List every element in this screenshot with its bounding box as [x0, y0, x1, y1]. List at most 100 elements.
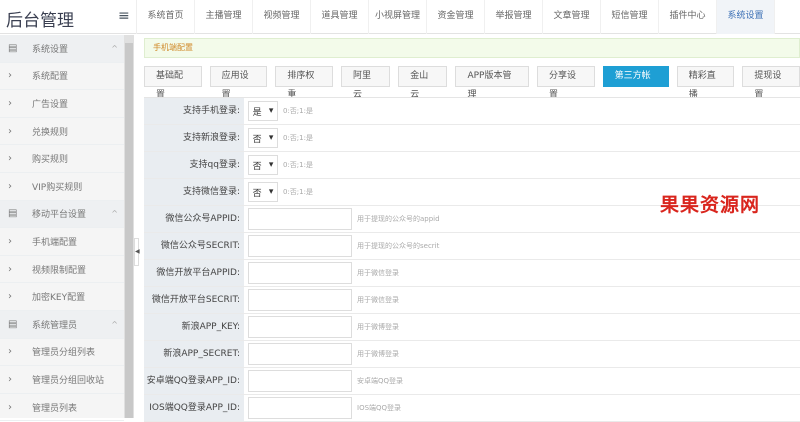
scrollbar-thumb[interactable]	[125, 43, 133, 418]
settings-button-group: 基础配置 应用设置 排序权重 阿里云 金山云 APP版本管理 分享设置 第三方帐户 精彩直播 提现…	[144, 66, 800, 100]
form-row: 新浪APP_SECRET: 用于微博登录	[144, 341, 800, 368]
field-hint: 0:否;1:是	[283, 161, 313, 169]
settings-tab-button[interactable]: 阿里云	[340, 66, 391, 100]
sidebar-group[interactable]: ▤ 移动平台设置 ^	[0, 200, 124, 229]
select-value: 是	[252, 107, 262, 118]
sidebar-item[interactable]: › 管理员列表	[0, 394, 124, 422]
sidebar-item[interactable]: › 购买规则	[0, 145, 124, 173]
chevron-up-icon: ^	[111, 319, 118, 329]
dropdown-arrow-icon: ▾	[268, 160, 274, 170]
sidebar-scrollbar[interactable]	[124, 35, 134, 418]
tab-0[interactable]: 系统首页	[137, 0, 195, 34]
sidebar-item-label: 手机端配置	[32, 237, 78, 248]
field-value: 用于提现的公众号的secrit	[244, 233, 800, 259]
tab-9[interactable]: 插件中心	[659, 0, 717, 34]
chevron-right-icon: ›	[8, 97, 12, 109]
sidebar-item[interactable]: › 加密KEY配置	[0, 283, 124, 311]
text-input[interactable]	[248, 397, 352, 419]
login-toggle-select[interactable]: 否 ▾	[248, 155, 278, 175]
field-label: 支持qq登录:	[144, 152, 244, 178]
settings-tab-button[interactable]: 提现设置	[742, 66, 800, 100]
field-value: 是 ▾ 0:否;1:是	[244, 98, 800, 124]
form-row: 微信开放平台SECRIT: 用于微信登录	[144, 287, 800, 314]
field-label: 微信公众号SECRIT:	[144, 233, 244, 259]
sidebar-collapse-handle[interactable]: ◀	[134, 238, 140, 266]
sidebar-item[interactable]: › VIP购买规则	[0, 173, 124, 201]
sidebar-item-label: 管理员分组回收站	[32, 375, 105, 386]
watermark: 果果资源网	[660, 194, 761, 216]
sidebar-item[interactable]: › 管理员分组列表	[0, 339, 124, 367]
tab-3[interactable]: 道具管理	[311, 0, 369, 34]
field-value: 用于微信登录	[244, 287, 800, 313]
sidebar-item[interactable]: › 广告设置	[0, 90, 124, 118]
login-toggle-select[interactable]: 否 ▾	[248, 128, 278, 148]
field-hint: 0:否;1:是	[283, 188, 313, 196]
chevron-right-icon: ›	[8, 373, 12, 385]
settings-tab-button[interactable]: APP版本管理	[455, 66, 529, 100]
field-hint: 用于提现的公众号的secrit	[357, 242, 440, 250]
text-input[interactable]	[248, 370, 352, 392]
settings-tab-button[interactable]: 排序权重	[275, 66, 333, 100]
chevron-right-icon: ›	[8, 346, 12, 358]
text-input[interactable]	[248, 208, 352, 230]
text-input[interactable]	[248, 262, 352, 284]
select-value: 否	[252, 161, 262, 172]
tab-5[interactable]: 资金管理	[427, 0, 485, 34]
text-input[interactable]	[248, 343, 352, 365]
settings-tab-button[interactable]: 第三方帐户	[602, 66, 669, 100]
dropdown-arrow-icon: ▾	[268, 106, 274, 116]
settings-tab-button[interactable]: 精彩直播	[676, 66, 735, 100]
tab-1[interactable]: 主播管理	[195, 0, 253, 34]
top-nav-tabs: 系统首页 主播管理 视频管理 道具管理 小视屏管理 资金管理 举报管理 文章管理 短信管理 插件中…	[136, 0, 775, 34]
tab-6[interactable]: 举报管理	[485, 0, 543, 34]
settings-tab-button[interactable]: 金山云	[398, 66, 448, 100]
tab-8[interactable]: 短信管理	[601, 0, 659, 34]
select-value: 否	[252, 134, 262, 145]
tab-10[interactable]: 系统设置	[717, 0, 775, 34]
chevron-right-icon: ›	[8, 235, 12, 247]
text-input[interactable]	[248, 316, 352, 338]
field-hint: 用于微博登录	[357, 323, 399, 331]
chevron-right-icon: ›	[8, 180, 12, 192]
sidebar-item-label: VIP购买规则	[32, 182, 83, 193]
document-icon: ▤	[8, 318, 18, 330]
form-row: 微信开放平台APPID: 用于微信登录	[144, 260, 800, 287]
form-row: 支持qq登录: 否 ▾ 0:否;1:是	[144, 152, 800, 179]
chevron-right-icon: ›	[8, 263, 12, 275]
form-row: 支持新浪登录: 否 ▾ 0:否;1:是	[144, 125, 800, 152]
field-value: 用于微博登录	[244, 341, 800, 367]
tab-7[interactable]: 文章管理	[543, 0, 601, 34]
chevron-up-icon: ^	[111, 43, 118, 53]
sidebar-item[interactable]: › 手机端配置	[0, 228, 124, 256]
field-hint: IOS端QQ登录	[357, 404, 402, 412]
sidebar-item[interactable]: › 管理员分组回收站	[0, 366, 124, 394]
settings-tab-button[interactable]: 分享设置	[537, 66, 595, 100]
field-hint: 用于微信登录	[357, 269, 399, 277]
dropdown-arrow-icon: ▾	[268, 133, 274, 143]
text-input[interactable]	[248, 235, 352, 257]
text-input[interactable]	[248, 289, 352, 311]
field-hint: 用于微信登录	[357, 296, 399, 304]
sidebar-item[interactable]: › 视频限制配置	[0, 256, 124, 284]
form-row: 新浪APP_KEY: 用于微博登录	[144, 314, 800, 341]
settings-tab-button[interactable]: 应用设置	[209, 66, 268, 100]
field-label: 支持手机登录:	[144, 98, 244, 124]
field-label: IOS端QQ登录APP_ID:	[144, 395, 244, 421]
select-value: 否	[252, 188, 262, 199]
tab-2[interactable]: 视频管理	[253, 0, 311, 34]
sidebar-item[interactable]: › 兑换规则	[0, 118, 124, 146]
field-value: 用于微博登录	[244, 314, 800, 340]
sidebar-group[interactable]: ▤ 系统设置 ^	[0, 35, 124, 63]
settings-tab-button[interactable]: 基础配置	[144, 66, 202, 100]
sidebar-group[interactable]: ▤ 系统管理员 ^	[0, 310, 124, 339]
field-hint: 用于微博登录	[357, 350, 399, 358]
sidebar-item[interactable]: › 系统配置	[0, 63, 124, 91]
tab-4[interactable]: 小视屏管理	[369, 0, 427, 34]
sidebar-item-label: 购买规则	[32, 155, 69, 166]
app-logo: 后台管理	[6, 11, 74, 31]
chevron-right-icon: ›	[8, 401, 12, 413]
menu-toggle-icon[interactable]: ≡	[118, 8, 130, 24]
login-toggle-select[interactable]: 否 ▾	[248, 182, 278, 202]
login-toggle-select[interactable]: 是 ▾	[248, 101, 278, 121]
breadcrumb-notice: 手机端配置	[144, 38, 800, 58]
